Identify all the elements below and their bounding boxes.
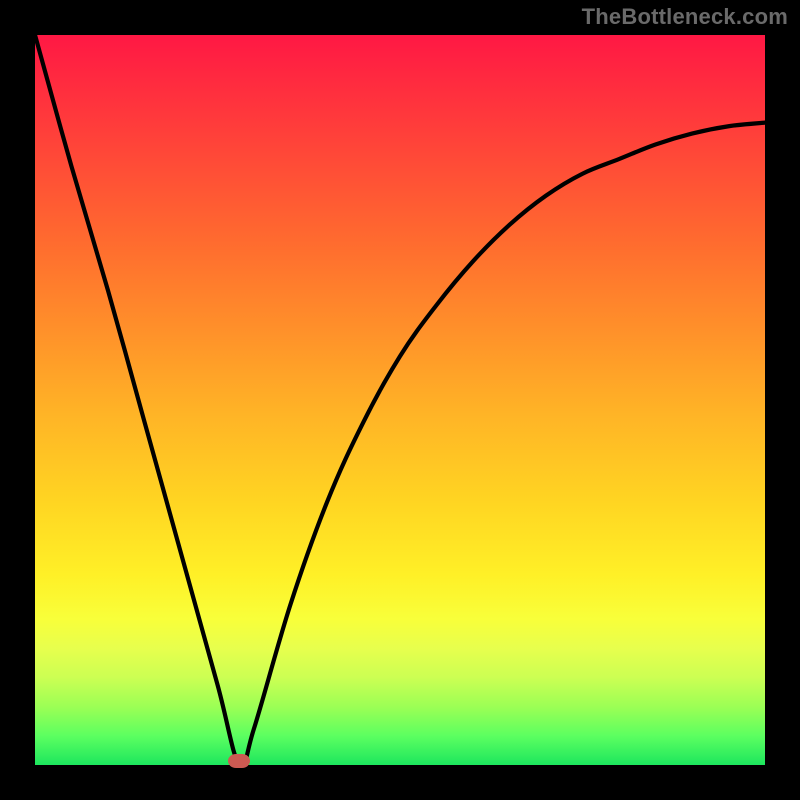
bottleneck-curve-path: [35, 35, 765, 765]
minimum-marker: [228, 754, 250, 768]
image-frame: TheBottleneck.com: [0, 0, 800, 800]
attribution-label: TheBottleneck.com: [582, 4, 788, 30]
curve-svg: [35, 35, 765, 765]
plot-area: [35, 35, 765, 765]
